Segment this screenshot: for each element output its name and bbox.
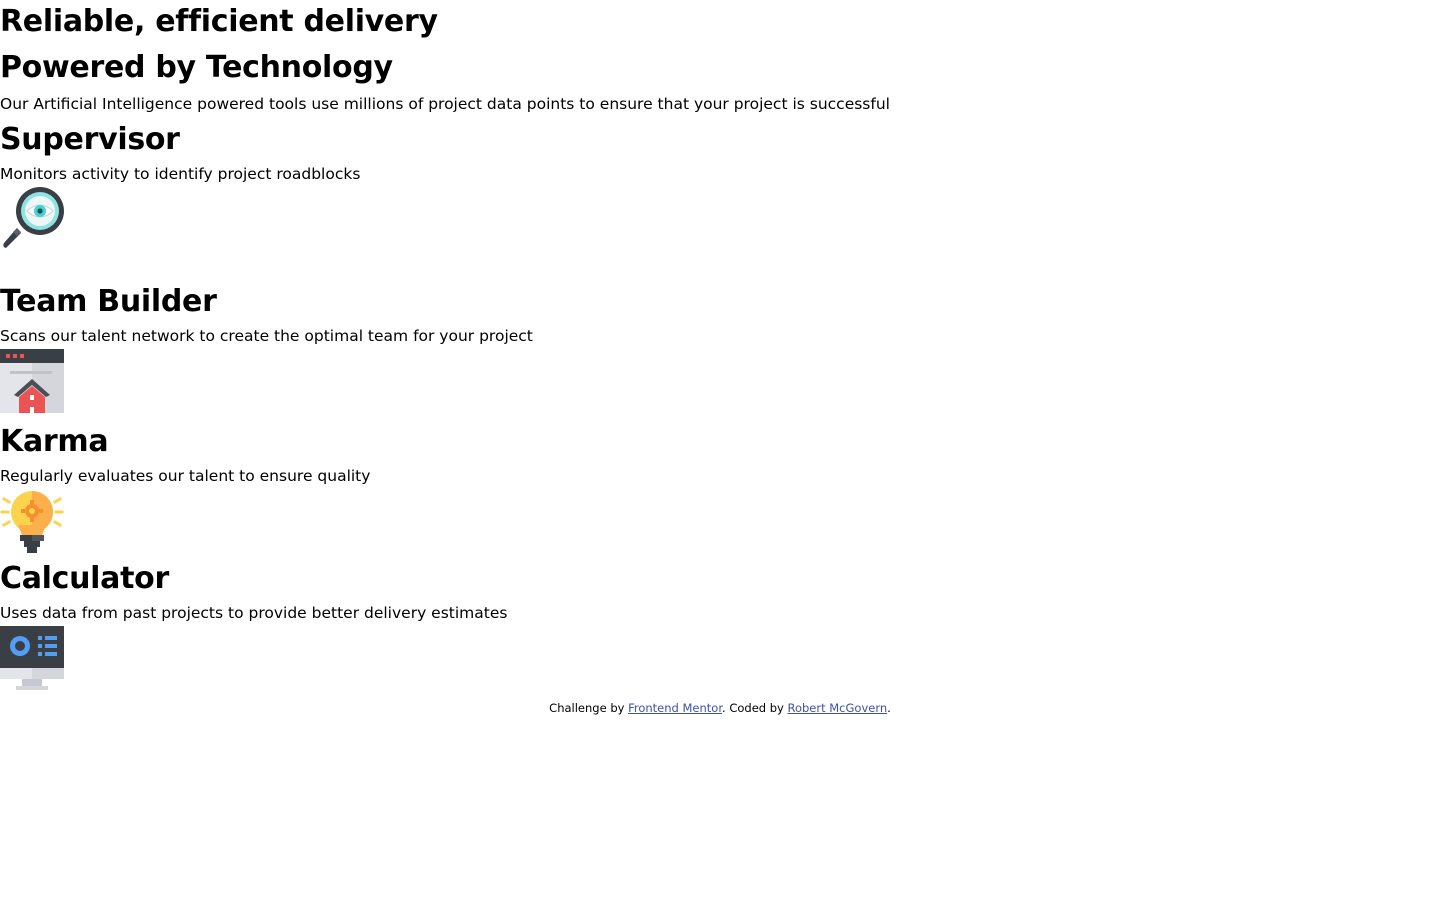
frontend-mentor-link[interactable]: Frontend Mentor — [628, 701, 722, 715]
card-karma: Karma Regularly evaluates our talent to … — [0, 420, 1440, 553]
lightbulb-icon — [0, 491, 64, 553]
card-title: Calculator — [0, 561, 169, 596]
monitor-dashboard-icon — [0, 626, 64, 690]
magnifier-eye-icon — [3, 187, 64, 248]
card-supervisor: Supervisor Monitors activity to identify… — [0, 118, 1440, 251]
card-description: Uses data from past projects to provide … — [0, 604, 508, 622]
title-line-1: Reliable, efficient delivery — [0, 4, 438, 39]
card-description: Scans our talent network to create the o… — [0, 327, 533, 345]
attribution-footer: Challenge by Frontend Mentor. Coded by R… — [0, 699, 1440, 717]
page-header: Reliable, efficient delivery Powered by … — [0, 0, 1440, 117]
card-calculator: Calculator Uses data from past projects … — [0, 557, 1440, 690]
card-title: Karma — [0, 424, 109, 459]
browser-home-icon — [0, 349, 64, 413]
card-description: Regularly evaluates our talent to ensure… — [0, 467, 371, 485]
card-title: Supervisor — [0, 122, 180, 157]
card-description: Monitors activity to identify project ro… — [0, 165, 361, 183]
card-team-builder: Team Builder Scans our talent network to… — [0, 280, 1440, 413]
title-line-2: Powered by Technology — [0, 50, 393, 85]
card-title: Team Builder — [0, 284, 217, 319]
author-link[interactable]: Robert McGovern — [787, 701, 887, 715]
attribution-middle: . Coded by — [722, 701, 788, 715]
attribution-prefix: Challenge by — [549, 701, 629, 715]
attribution-suffix: . — [887, 701, 891, 715]
header-description: Our Artificial Intelligence powered tool… — [0, 95, 890, 113]
